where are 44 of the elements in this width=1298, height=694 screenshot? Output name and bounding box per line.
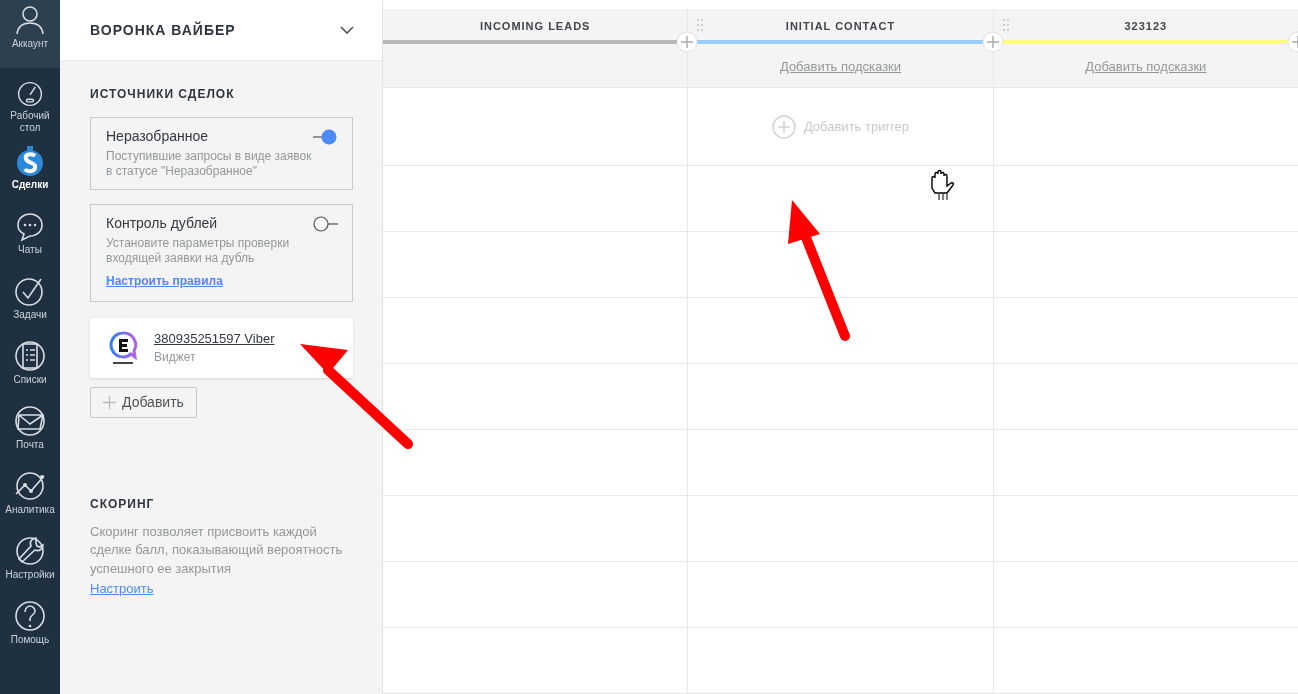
nav-item[interactable]: Чаты [0, 198, 60, 263]
drag-handle-icon[interactable] [1002, 19, 1009, 31]
chat-bubble-icon [14, 210, 46, 242]
add-stage-icon[interactable] [676, 31, 699, 53]
nav-item[interactable]: Аналитика [0, 458, 60, 523]
source-title: Контроль дублей [106, 214, 218, 233]
section-title: ИСТОЧНИКИ СДЕЛОК [90, 86, 236, 103]
chevron-down-icon[interactable] [340, 26, 354, 34]
section-title: СКОРИНГ [90, 495, 156, 513]
widget-type: Виджет [154, 349, 197, 367]
chat-logo-icon [108, 330, 138, 365]
nav-item[interactable]: Помощь [0, 588, 60, 653]
nav-item[interactable]: Аккаунт [0, 0, 60, 68]
add-stage-icon[interactable] [981, 31, 1004, 53]
scoring-description: Скоринг позволяет присвоить каждой сделке балл, показывающий вероятность успешного ее закрытия [90, 522, 344, 579]
nav-item[interactable]: Списки [0, 328, 60, 393]
question-icon [14, 600, 46, 632]
toggle-switch[interactable] [313, 214, 338, 234]
widget-link[interactable]: 380935251597 Viber [154, 330, 275, 346]
source-description: Установите параметры проверки входящей заявки на дубль [106, 236, 291, 266]
envelope-icon [14, 405, 46, 437]
nav-item[interactable]: Рабочий стол [0, 68, 60, 133]
pipeline-title: ВОРОНКА ВАЙБЕР [90, 20, 236, 40]
source-title: Неразобранное [106, 127, 208, 146]
nav-item[interactable]: Задачи [0, 263, 60, 328]
nav-item[interactable]: Настройки [0, 523, 60, 588]
source-description: Поступившие запросы в виде заявок в статусе "Неразобранное" [106, 149, 313, 179]
hand-cursor-icon [931, 169, 955, 201]
column-title: INCOMING LEADS [478, 19, 592, 34]
checkmark-icon [14, 275, 46, 307]
list-icon [14, 340, 46, 372]
add-button[interactable]: Добавить [90, 386, 197, 418]
nav-item[interactable]: Сделки [0, 133, 60, 198]
plus-icon [103, 395, 116, 409]
column-title: INITIAL CONTACT [784, 19, 897, 34]
user-icon [14, 4, 46, 36]
drag-handle-icon[interactable] [697, 19, 704, 31]
wrench-icon [14, 535, 46, 567]
plus-circle-icon [771, 114, 796, 139]
toggle-switch[interactable] [313, 127, 338, 147]
line-chart-icon [14, 470, 46, 502]
nav-item[interactable]: Почта [0, 393, 60, 458]
column-title: 323123 [1123, 19, 1169, 34]
dollar-icon [14, 145, 46, 177]
